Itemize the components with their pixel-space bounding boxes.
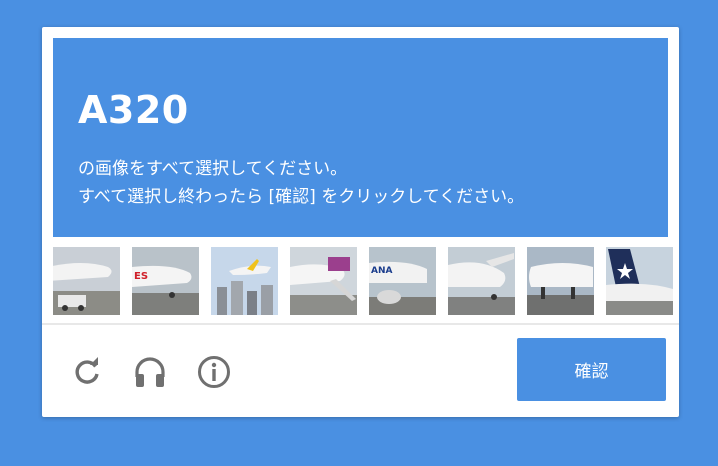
aircraft-photo-icon xyxy=(211,247,278,315)
reload-button[interactable] xyxy=(70,355,104,389)
aircraft-photo-icon xyxy=(290,247,357,315)
instruction-line-2: すべて選択し終わったら [確認] をクリックしてください。 xyxy=(78,187,525,207)
aircraft-photo-icon: ES xyxy=(132,247,199,315)
image-tile-strip: ES ANA xyxy=(53,247,673,315)
aircraft-photo-icon xyxy=(53,247,120,315)
image-tile-7[interactable] xyxy=(527,247,594,315)
verify-button[interactable]: 確認 xyxy=(517,338,666,401)
challenge-title: A320 xyxy=(78,88,189,132)
headphones-icon xyxy=(135,357,165,387)
challenge-header: A320 の画像をすべて選択してください。 すべて選択し終わったら [確認] を… xyxy=(53,38,668,237)
divider xyxy=(42,323,679,325)
svg-text:ANA: ANA xyxy=(371,266,392,276)
reload-icon xyxy=(75,357,99,384)
aircraft-photo-icon xyxy=(448,247,515,315)
image-tile-2[interactable]: ES xyxy=(132,247,199,315)
captcha-card: A320 の画像をすべて選択してください。 すべて選択し終わったら [確認] を… xyxy=(42,27,679,417)
image-tile-4[interactable] xyxy=(290,247,357,315)
aircraft-photo-icon xyxy=(527,247,594,315)
aircraft-photo-icon: ANA xyxy=(369,247,436,315)
challenge-instructions: の画像をすべて選択してください。 すべて選択し終わったら [確認] をクリックし… xyxy=(78,155,524,211)
info-button[interactable] xyxy=(197,355,231,389)
image-tile-6[interactable] xyxy=(448,247,515,315)
image-tile-3[interactable] xyxy=(211,247,278,315)
audio-challenge-button[interactable] xyxy=(133,355,167,389)
image-tile-5[interactable]: ANA xyxy=(369,247,436,315)
instruction-line-1: の画像をすべて選択してください。 xyxy=(78,159,348,179)
aircraft-photo-icon xyxy=(606,247,673,315)
svg-text:ES: ES xyxy=(134,271,148,282)
info-icon xyxy=(198,356,230,388)
image-tile-8[interactable] xyxy=(606,247,673,315)
image-tile-1[interactable] xyxy=(53,247,120,315)
